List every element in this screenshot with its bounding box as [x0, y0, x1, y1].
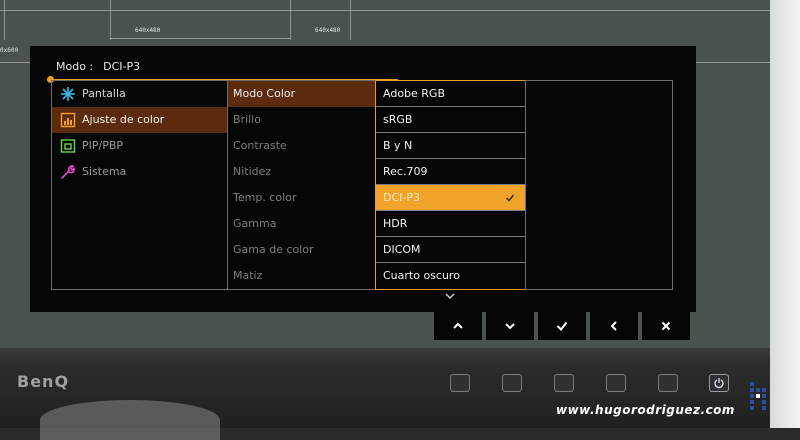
hint-back[interactable]: [590, 312, 638, 340]
hardware-button-4[interactable]: [606, 374, 626, 392]
menu-item-sistema[interactable]: Sistema: [52, 159, 227, 185]
submenu: Modo Color Brillo Contraste Nitidez Temp…: [227, 80, 376, 290]
osd-menu: Modo : DCI-P3 Pantalla Ajuste de color P…: [30, 46, 696, 312]
menu-item-label: Pantalla: [82, 87, 126, 100]
mode-label: Modo :: [56, 60, 94, 73]
option-dci-p3[interactable]: DCI-P3: [376, 185, 525, 211]
option-label: DCI-P3: [383, 191, 420, 204]
menu-item-pip-pbp[interactable]: PIP/PBP: [52, 133, 227, 159]
option-rec709[interactable]: Rec.709: [376, 159, 525, 185]
check-icon: [556, 321, 568, 332]
grid-line: [290, 0, 291, 40]
grid-line: [4, 0, 5, 40]
submenu-item-gama-de-color[interactable]: Gama de color: [228, 237, 375, 263]
close-icon: [661, 321, 671, 331]
submenu-item-brillo[interactable]: Brillo: [228, 107, 375, 133]
chevron-down-icon: [445, 293, 455, 299]
main-menu: Pantalla Ajuste de color PIP/PBP Sistema: [51, 80, 228, 290]
menu-item-pantalla[interactable]: Pantalla: [52, 81, 227, 107]
option-srgb[interactable]: sRGB: [376, 107, 525, 133]
option-hdr[interactable]: HDR: [376, 211, 525, 237]
pip-icon: [60, 139, 76, 153]
power-button[interactable]: [709, 374, 729, 392]
option-b-y-n[interactable]: B y N: [376, 133, 525, 159]
check-icon: [505, 194, 515, 202]
resolution-label: 640x480: [315, 27, 341, 34]
option-cuarto-oscuro[interactable]: Cuarto oscuro: [376, 263, 525, 289]
grid-line: [0, 10, 770, 11]
mode-value: DCI-P3: [103, 60, 141, 73]
hardware-button-5[interactable]: [658, 374, 678, 392]
osd-button-hints: [434, 312, 690, 340]
hardware-button-1[interactable]: [450, 374, 470, 392]
submenu-item-temp-color[interactable]: Temp. color: [228, 185, 375, 211]
background-wall: [770, 0, 800, 428]
resolution-label: 0x600: [0, 47, 19, 54]
hint-up[interactable]: [434, 312, 482, 340]
hint-close[interactable]: [642, 312, 690, 340]
option-dicom[interactable]: DICOM: [376, 237, 525, 263]
color-mode-options: Adobe RGB sRGB B y N Rec.709 DCI-P3 HDR …: [375, 80, 526, 290]
submenu-item-matiz[interactable]: Matiz: [228, 263, 375, 289]
resolution-label: 640x480: [135, 27, 161, 34]
hardware-button-2[interactable]: [502, 374, 522, 392]
menu-item-ajuste-de-color[interactable]: Ajuste de color: [52, 107, 227, 133]
option-adobe-rgb[interactable]: Adobe RGB: [376, 81, 525, 107]
monitor-stand: [40, 400, 220, 440]
grid-line: [110, 38, 290, 39]
down-arrow-icon: [505, 323, 515, 330]
power-icon: [714, 378, 724, 389]
site-logo: [750, 382, 766, 410]
menu-item-label: Sistema: [82, 165, 127, 178]
menu-item-label: PIP/PBP: [82, 139, 124, 152]
color-adjust-icon: [60, 112, 76, 128]
hardware-button-3[interactable]: [554, 374, 574, 392]
back-arrow-icon: [610, 321, 617, 331]
current-mode: Modo : DCI-P3: [56, 60, 140, 73]
watermark: www.hugorodriguez.com: [556, 403, 735, 417]
brand-logo: BenQ: [17, 372, 70, 391]
menu-item-label: Ajuste de color: [82, 113, 165, 126]
hint-down[interactable]: [486, 312, 534, 340]
submenu-item-modo-color[interactable]: Modo Color: [228, 81, 375, 107]
wrench-icon: [61, 165, 75, 179]
submenu-item-gamma[interactable]: Gamma: [228, 211, 375, 237]
grid-line: [350, 0, 351, 40]
hint-confirm[interactable]: [538, 312, 586, 340]
submenu-item-contraste[interactable]: Contraste: [228, 133, 375, 159]
monitor-screen: 640x480 640x480 0x600 Modo : DCI-P3 Panta…: [0, 0, 770, 348]
up-arrow-icon: [453, 322, 463, 329]
detail-panel: [525, 80, 673, 290]
grid-line: [110, 0, 111, 40]
submenu-item-nitidez[interactable]: Nitidez: [228, 159, 375, 185]
display-icon: [61, 87, 75, 101]
